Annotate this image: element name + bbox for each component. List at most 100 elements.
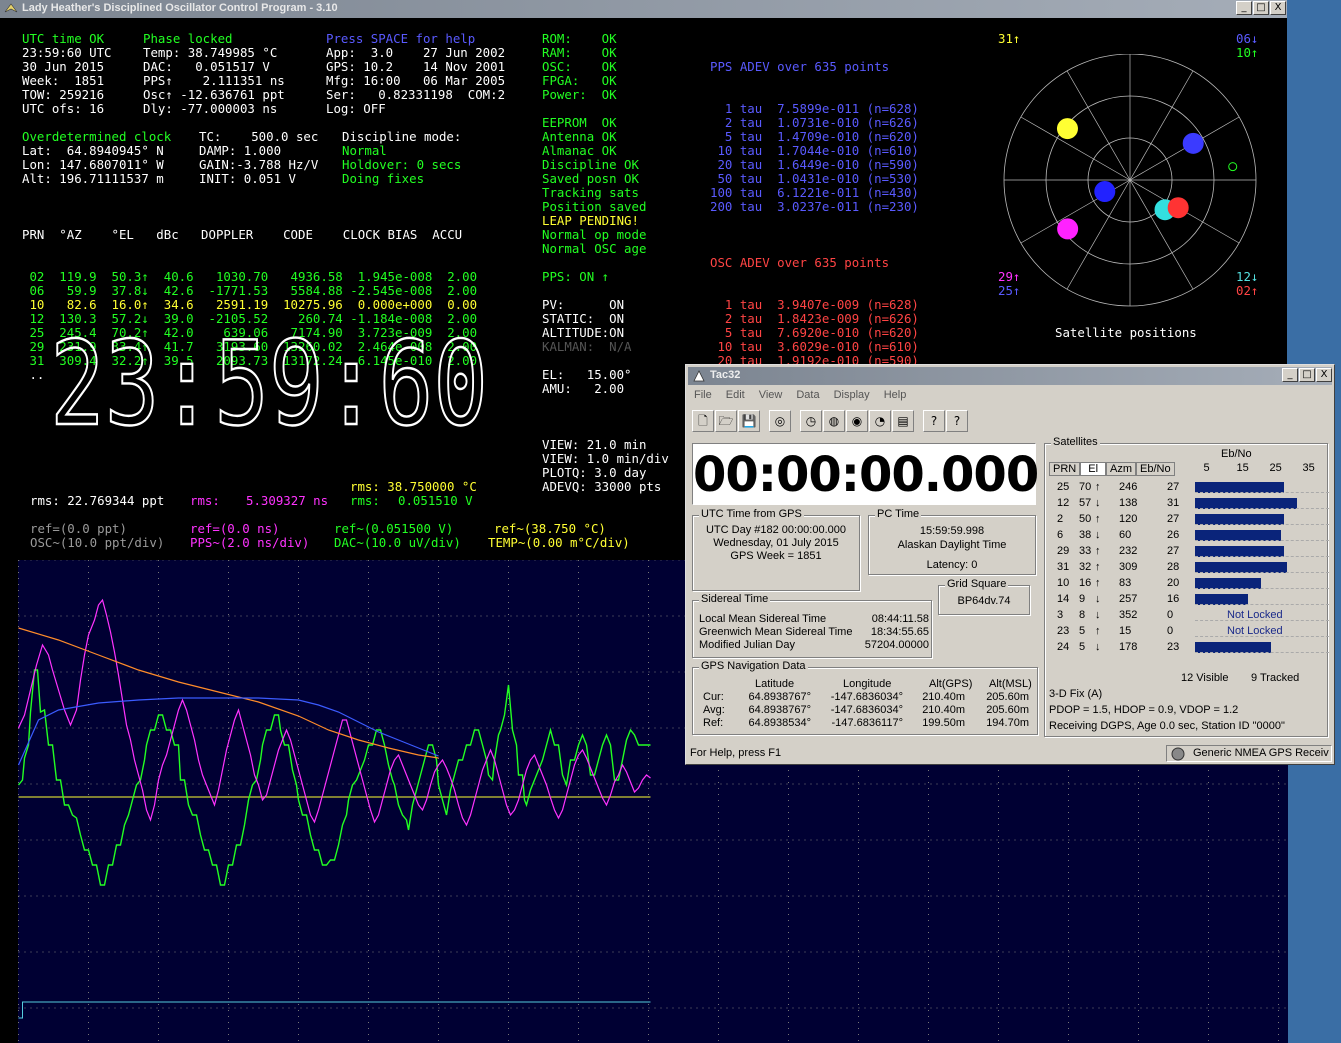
- sidereal-value: 18:34:55.65: [870, 626, 929, 638]
- sat-list-row[interactable]: 2 50 ↑ 120 27: [1049, 512, 1329, 528]
- minimize-button[interactable]: _: [1236, 1, 1252, 15]
- phase-line: PPS↑ 2.111351 ns: [143, 73, 285, 88]
- open-folder-icon[interactable]: 🗁: [715, 410, 737, 432]
- sat-list-row[interactable]: 12 57 ↓ 138 31: [1049, 496, 1329, 512]
- sidereal-value: 08:44:11.58: [871, 613, 929, 625]
- new-file-icon[interactable]: 🗋: [692, 410, 714, 432]
- sat-list-row[interactable]: 14 9 ↓ 257 16: [1049, 592, 1329, 608]
- menu-file[interactable]: File: [694, 389, 712, 401]
- maximize-button[interactable]: □: [1253, 1, 1269, 15]
- dac-ref: ref~(0.051500 V): [334, 521, 454, 536]
- mode-line: Normal: [342, 143, 387, 158]
- sat-dir: ↑: [1095, 481, 1101, 493]
- sort-el-tab[interactable]: El: [1080, 462, 1107, 476]
- filter-line: PV: ON: [542, 297, 625, 312]
- view-line: ADEVQ: 33000 pts: [542, 479, 662, 494]
- check-line: Position saved: [542, 199, 647, 214]
- osc-adev-title: OSC ADEV over 635 points: [710, 255, 890, 270]
- close-button[interactable]: X: [1316, 368, 1332, 382]
- nav-table: Latitude Longitude Alt(GPS) Alt(MSL) Cur…: [699, 678, 1035, 730]
- sort-azm-tab[interactable]: Azm: [1106, 462, 1137, 476]
- globe-icon[interactable]: ◍: [823, 410, 845, 432]
- sat-list-row[interactable]: 31 32 ↑ 309 28: [1049, 560, 1329, 576]
- param-line: GAIN:-3.788 Hz/V: [199, 157, 319, 172]
- nav-alt: 199.50m: [922, 717, 965, 729]
- param-line: DAMP: 1.000: [199, 143, 282, 158]
- menu-display[interactable]: Display: [834, 389, 870, 401]
- row-divider: [1195, 572, 1329, 573]
- sort-prn-tab[interactable]: PRN: [1049, 462, 1081, 476]
- context-help-icon[interactable]: ?: [923, 410, 945, 432]
- satellite-icon[interactable]: ◉: [846, 410, 868, 432]
- minimize-button[interactable]: _: [1282, 368, 1298, 382]
- sat-azm: 232: [1119, 545, 1138, 557]
- nav-alt: 210.40m: [922, 691, 965, 703]
- about-icon[interactable]: ?: [946, 410, 968, 432]
- osc-adev-row: 1 tau 3.9407e-009 (n=628): [710, 297, 919, 312]
- dac-div: DAC~(10.0 uV/div): [334, 535, 461, 550]
- sat-prn: 31: [1057, 561, 1070, 573]
- sat-list-row[interactable]: 29 33 ↑ 232 27: [1049, 544, 1329, 560]
- dial-icon[interactable]: ◔: [869, 410, 891, 432]
- sat-dir: ↓: [1095, 593, 1101, 605]
- sat-ebno: 27: [1167, 545, 1180, 557]
- close-button[interactable]: X: [1270, 1, 1286, 15]
- satellites-group-label: Satellites: [1051, 436, 1100, 448]
- ebno-tick: 15: [1236, 462, 1249, 474]
- sat-ebno: 20: [1167, 577, 1180, 589]
- sat-list-row[interactable]: 6 38 ↓ 60 26: [1049, 528, 1329, 544]
- big-clock-text: 23:59:60: [50, 336, 488, 432]
- sat-el: 5: [1079, 641, 1086, 653]
- target-icon[interactable]: ◎: [769, 410, 791, 432]
- utc-time-group: UTC Time from GPS UTC Day #182 00:00:00.…: [692, 508, 860, 591]
- pps-rms-value: 5.309327 ns: [246, 493, 329, 508]
- save-icon[interactable]: 💾: [738, 410, 760, 432]
- lh-title-bar[interactable]: Lady Heather's Disciplined Oscillator Co…: [0, 0, 1287, 18]
- sat-prn: 24: [1057, 641, 1070, 653]
- check-line: Normal op mode: [542, 227, 647, 242]
- param-line: TC: 500.0 sec: [199, 129, 319, 144]
- nav-label: Cur:: [703, 691, 724, 703]
- filter-line: STATIC: ON: [542, 311, 625, 326]
- sat-list-row[interactable]: 23 5 ↑ 15 0 Not Locked: [1049, 624, 1329, 640]
- dgps-status: Receiving DGPS, Age 0.0 sec, Station ID …: [1049, 720, 1285, 732]
- panel-icon[interactable]: ▤: [892, 410, 914, 432]
- menu-data[interactable]: Data: [796, 389, 819, 401]
- sat-dir: ↑: [1095, 577, 1101, 589]
- menu-edit[interactable]: Edit: [726, 389, 745, 401]
- satellite-dot: [1228, 162, 1238, 172]
- sat-lock-note: Not Locked: [1227, 609, 1283, 621]
- clock-icon[interactable]: ◷: [800, 410, 822, 432]
- sat-table-header: PRN °AZ °EL dBc DOPPLER CODE CLOCK BIAS …: [22, 227, 463, 242]
- sat-row: 06 59.9 37.8↓ 42.6 -1771.53 5584.88 -2.5…: [22, 283, 478, 298]
- view-line: PLOTQ: 3.0 day: [542, 465, 647, 480]
- sat-list-row[interactable]: 3 8 ↓ 352 0 Not Locked: [1049, 608, 1329, 624]
- sat-el: 50: [1079, 513, 1092, 525]
- sat-prn: 25: [1057, 481, 1070, 493]
- help-status: For Help, press F1: [690, 747, 782, 759]
- menu-help[interactable]: Help: [884, 389, 907, 401]
- visible-count: 12 Visible: [1181, 672, 1229, 684]
- sat-azm: 83: [1119, 577, 1132, 589]
- nav-group-label: GPS Navigation Data: [699, 660, 808, 672]
- nav-lat: 64.8938767°: [748, 691, 811, 703]
- temp-div: TEMP~(0.00 m°C/div): [488, 535, 630, 550]
- pps-adev-row: 20 tau 1.6449e-010 (n=590): [710, 157, 919, 172]
- sat-list-row[interactable]: 24 5 ↓ 178 23: [1049, 640, 1329, 656]
- phase-line: Osc↑ -12.636761 ppt: [143, 87, 285, 102]
- sort-ebno-tab[interactable]: Eb/No: [1136, 462, 1175, 476]
- version-line: Ser: 0.82331198 COM:2: [326, 87, 506, 102]
- satellite-dot: [1167, 197, 1189, 219]
- grid-square-value: BP64dv.74: [957, 595, 1011, 607]
- utc-line: UTC time OK: [22, 31, 105, 46]
- maximize-button[interactable]: □: [1299, 368, 1315, 382]
- coord-line: Lat: 64.8940945° N: [22, 143, 164, 158]
- sat-el: 9: [1079, 593, 1086, 605]
- sat-list-row[interactable]: 10 16 ↑ 83 20: [1049, 576, 1329, 592]
- satellite-dot: [1057, 218, 1079, 240]
- receiver-status-icon: [1171, 747, 1185, 761]
- menu-view[interactable]: View: [759, 389, 783, 401]
- hw-line: ROM: OK: [542, 31, 617, 46]
- sat-list-row[interactable]: 25 70 ↑ 246 27: [1049, 480, 1329, 496]
- tac32-title-bar[interactable]: Tac32 _ □ X: [688, 367, 1332, 385]
